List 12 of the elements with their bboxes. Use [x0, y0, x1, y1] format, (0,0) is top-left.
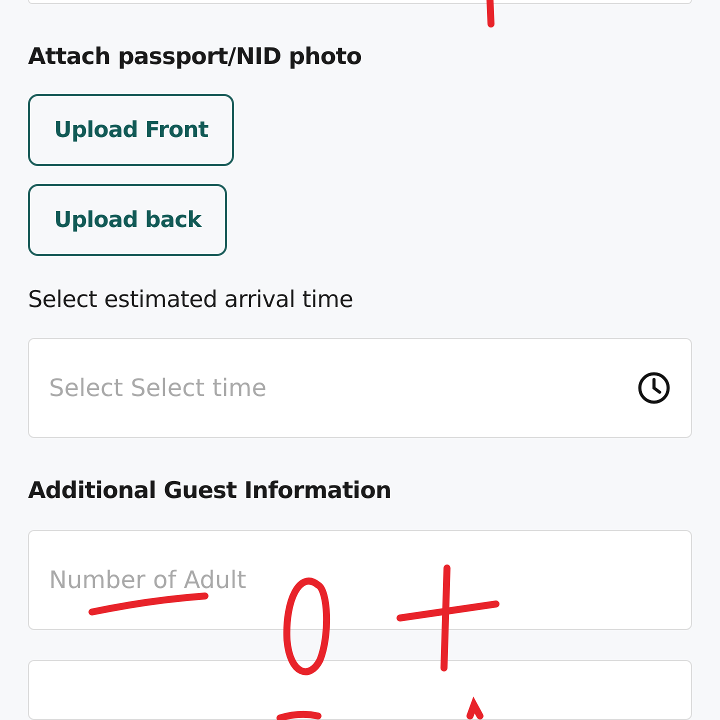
upload-button[interactable]: Upload Front — [28, 94, 234, 166]
adult-count-field[interactable]: Number of Adult — [28, 530, 692, 630]
upload-button[interactable]: Upload back — [28, 184, 228, 256]
section-heading: Additional Guest Information — [28, 476, 392, 506]
time-field[interactable]: Select Select time — [28, 338, 692, 438]
time-input[interactable]: Select Select time — [49, 370, 549, 406]
field-label: Select estimated arrival time — [28, 286, 354, 316]
clock-icon — [637, 370, 671, 405]
pen-stroke — [486, 0, 494, 28]
pen-stroke — [276, 710, 322, 720]
section-label: Attach passport/NID photo — [28, 42, 363, 72]
pen-stroke — [466, 696, 484, 720]
